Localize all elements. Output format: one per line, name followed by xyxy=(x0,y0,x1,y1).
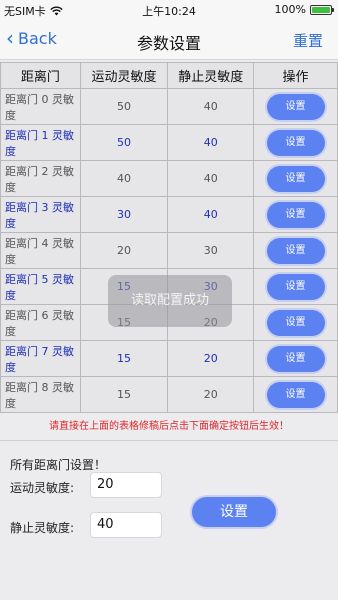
static-sensitivity-input[interactable]: 40 xyxy=(90,512,162,538)
action-cell: 设置 xyxy=(253,160,338,197)
set-button[interactable]: 设置 xyxy=(266,201,325,228)
status-bar: 无SIM卡 上午10:24 100% xyxy=(0,0,338,20)
action-cell: 设置 xyxy=(253,376,338,413)
static-sensitivity-cell[interactable]: 30 xyxy=(167,232,255,269)
action-cell: 设置 xyxy=(253,124,338,161)
set-button[interactable]: 设置 xyxy=(266,129,325,156)
toast-message: 读取配置成功 xyxy=(108,275,232,327)
gate-name-cell: 距离门 3 灵敏度 xyxy=(0,196,81,233)
set-button[interactable]: 设置 xyxy=(266,165,325,192)
table-row: 距离门 3 灵敏度 30 40 设置 xyxy=(0,196,338,233)
gate-name-cell: 距离门 1 灵敏度 xyxy=(0,124,81,161)
set-all-button[interactable]: 设置 xyxy=(192,497,276,527)
motion-sensitivity-cell[interactable]: 15 xyxy=(79,376,169,413)
motion-sensitivity-cell[interactable]: 50 xyxy=(79,124,169,161)
action-cell: 设置 xyxy=(253,196,338,233)
divider xyxy=(0,440,338,441)
gate-name-cell: 距离门 0 灵敏度 xyxy=(0,88,81,125)
action-cell: 设置 xyxy=(253,88,338,125)
set-button[interactable]: 设置 xyxy=(266,345,325,372)
gate-name-cell: 距离门 4 灵敏度 xyxy=(0,232,81,269)
motion-sensitivity-cell[interactable]: 40 xyxy=(79,160,169,197)
static-sensitivity-cell[interactable]: 40 xyxy=(167,160,255,197)
set-button[interactable]: 设置 xyxy=(266,381,325,408)
action-cell: 设置 xyxy=(253,340,338,377)
battery-icon xyxy=(310,4,334,15)
action-cell: 设置 xyxy=(253,268,338,305)
table-row: 距离门 2 灵敏度 40 40 设置 xyxy=(0,160,338,197)
gate-name-cell: 距离门 5 灵敏度 xyxy=(0,268,81,305)
motion-sensitivity-cell[interactable]: 50 xyxy=(79,88,169,125)
static-sensitivity-cell[interactable]: 40 xyxy=(167,196,255,233)
status-right: 100% xyxy=(274,3,334,16)
battery-percent: 100% xyxy=(274,3,306,16)
gate-name-cell: 距离门 2 灵敏度 xyxy=(0,160,81,197)
action-cell: 设置 xyxy=(253,232,338,269)
reset-button[interactable]: 重置 xyxy=(293,30,323,51)
motion-sensitivity-cell[interactable]: 30 xyxy=(79,196,169,233)
table-row: 距离门 1 灵敏度 50 40 设置 xyxy=(0,124,338,161)
gate-sensitivity-table: 距离门 运动灵敏度 静止灵敏度 操作 距离门 0 灵敏度 50 40 设置 距离… xyxy=(0,62,338,413)
static-sensitivity-cell[interactable]: 40 xyxy=(167,88,255,125)
gate-name-cell: 距离门 6 灵敏度 xyxy=(0,304,81,341)
column-header-gate: 距离门 xyxy=(0,62,81,89)
table-row: 距离门 0 灵敏度 50 40 设置 xyxy=(0,88,338,125)
column-header-motion: 运动灵敏度 xyxy=(79,62,169,89)
table-row: 距离门 7 灵敏度 15 20 设置 xyxy=(0,340,338,377)
motion-sensitivity-label: 运动灵敏度: xyxy=(10,481,75,495)
set-button[interactable]: 设置 xyxy=(266,237,325,264)
column-header-static: 静止灵敏度 xyxy=(167,62,255,89)
hint-text: 请直接在上面的表格修稿后点击下面确定按钮后生效！ xyxy=(49,421,289,432)
static-sensitivity-cell[interactable]: 20 xyxy=(167,376,255,413)
set-button[interactable]: 设置 xyxy=(266,273,325,300)
table-row: 距离门 4 灵敏度 20 30 设置 xyxy=(0,232,338,269)
page-title: 参数设置 xyxy=(136,34,201,53)
static-sensitivity-cell[interactable]: 40 xyxy=(167,124,255,161)
motion-sensitivity-cell[interactable]: 20 xyxy=(79,232,169,269)
table-row: 距离门 8 灵敏度 15 20 设置 xyxy=(0,376,338,413)
gate-name-cell: 距离门 7 灵敏度 xyxy=(0,340,81,377)
gate-name-cell: 距离门 8 灵敏度 xyxy=(0,376,81,413)
all-gates-title: 所有距离门设置！ xyxy=(10,458,107,472)
action-cell: 设置 xyxy=(253,304,338,341)
set-button[interactable]: 设置 xyxy=(266,309,325,336)
column-header-action: 操作 xyxy=(253,62,338,89)
set-button[interactable]: 设置 xyxy=(266,93,325,120)
static-sensitivity-label: 静止灵敏度: xyxy=(10,521,75,535)
table-header-row: 距离门 运动灵敏度 静止灵敏度 操作 xyxy=(0,62,338,89)
motion-sensitivity-input[interactable]: 20 xyxy=(90,472,162,498)
static-sensitivity-cell[interactable]: 20 xyxy=(167,340,255,377)
motion-sensitivity-cell[interactable]: 15 xyxy=(79,340,169,377)
nav-bar: ‹ Back 参数设置 重置 xyxy=(0,20,338,60)
